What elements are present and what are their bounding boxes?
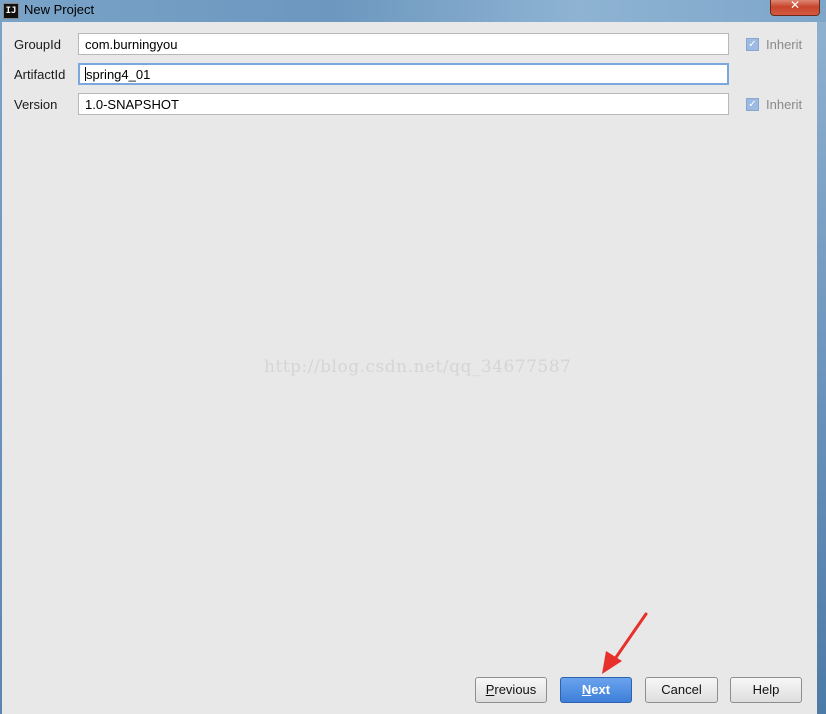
red-annotation-arrow-icon [602, 612, 648, 674]
